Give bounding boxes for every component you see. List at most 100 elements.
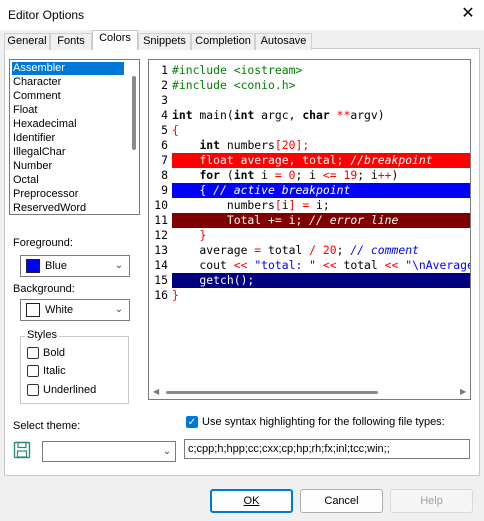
- code-token: i: [281, 198, 289, 212]
- code-token: cout: [172, 258, 234, 272]
- code-token: ;: [336, 243, 351, 257]
- list-scrollbar[interactable]: [130, 62, 138, 212]
- code-token: ++: [377, 168, 392, 182]
- window-title: Editor Options: [8, 8, 85, 22]
- code-token: <<: [322, 258, 337, 272]
- code-token: **: [336, 108, 351, 122]
- floppy-disk-icon[interactable]: [13, 441, 31, 459]
- code-token: //breakpoint: [350, 153, 433, 167]
- list-item[interactable]: Preprocessor: [12, 188, 124, 201]
- list-item[interactable]: ReservedWord: [12, 202, 124, 214]
- line-number: 1: [161, 63, 168, 77]
- line-number: 11: [154, 213, 168, 227]
- help-button-label: Help: [420, 495, 443, 507]
- foreground-color-select[interactable]: Blue ⌄: [20, 255, 130, 277]
- syntax-highlight-label: Use syntax highlighting for the followin…: [202, 416, 445, 428]
- list-item[interactable]: Octal: [12, 174, 124, 187]
- theme-select[interactable]: ⌄: [42, 441, 176, 462]
- line-number: 14: [154, 258, 168, 272]
- italic-checkbox[interactable]: [27, 365, 39, 377]
- list-item[interactable]: Comment: [12, 90, 124, 103]
- code-text: average = total / 20; // comment: [172, 243, 418, 258]
- help-button[interactable]: Help: [390, 489, 473, 513]
- syntax-highlight-checkbox[interactable]: ✓: [186, 416, 198, 428]
- code-line: 11 Total += i; // error line: [149, 213, 470, 228]
- code-token: i;: [281, 213, 310, 227]
- code-token: numbers: [172, 198, 275, 212]
- underlined-label: Underlined: [43, 384, 97, 396]
- bold-label: Bold: [43, 347, 66, 359]
- code-line: 2 #include <conio.h>: [149, 78, 470, 93]
- list-item[interactable]: Identifier: [12, 132, 124, 145]
- scroll-left-icon[interactable]: ◀: [153, 385, 159, 399]
- tab-general[interactable]: General: [4, 33, 50, 50]
- code-preview[interactable]: 1 #include <iostream> 2 #include <conio.h> 3…: [148, 59, 471, 400]
- chevron-down-icon: ⌄: [114, 260, 124, 271]
- code-text: for (int i = 0; i <= 19; i++): [172, 168, 398, 183]
- line-number: 3: [161, 93, 168, 107]
- list-item[interactable]: Character: [12, 76, 124, 89]
- list-item[interactable]: Hexadecimal: [12, 118, 124, 131]
- tab-completion[interactable]: Completion: [191, 33, 255, 50]
- code-token: ];: [295, 138, 310, 152]
- code-token: average: [172, 243, 255, 257]
- horizontal-scroll-thumb[interactable]: [166, 391, 378, 394]
- code-token: total: [336, 258, 385, 272]
- code-token: 19: [343, 168, 358, 182]
- styles-legend: Styles: [25, 329, 59, 341]
- chevron-down-icon: ⌄: [162, 446, 172, 457]
- list-item[interactable]: Float: [12, 104, 124, 117]
- code-token: argc,: [254, 108, 303, 122]
- bold-checkbox[interactable]: [27, 347, 39, 359]
- tab-colors[interactable]: Colors: [92, 30, 138, 50]
- code-token: (: [220, 168, 234, 182]
- foreground-value: Blue: [45, 260, 68, 272]
- scroll-right-icon[interactable]: ▶: [460, 385, 466, 399]
- line-number: 15: [154, 273, 168, 287]
- code-token: ; i: [295, 168, 323, 182]
- tab-autosave[interactable]: Autosave: [255, 33, 312, 50]
- close-icon[interactable]: ✕: [458, 4, 478, 24]
- code-text: #include <iostream>: [172, 63, 302, 78]
- code-line: 8 for (int i = 0; i <= 19; i++): [149, 168, 470, 183]
- ok-button-label: OK: [243, 495, 260, 507]
- code-line: 9 { // active breakpoint: [149, 183, 470, 198]
- line-number: 5: [161, 123, 168, 137]
- code-token: ; i: [357, 168, 378, 182]
- code-line: 15 getch();: [149, 273, 470, 288]
- code-text: Total += i; // error line: [172, 213, 398, 228]
- cancel-button-label: Cancel: [324, 495, 359, 507]
- code-line: 12 }: [149, 228, 470, 243]
- foreground-label: Foreground:: [13, 237, 73, 249]
- list-item[interactable]: IllegalChar: [12, 146, 124, 159]
- code-line: 6 int numbers[20];: [149, 138, 470, 153]
- code-token: // active breakpoint: [213, 183, 351, 197]
- code-line: 1 #include <iostream>: [149, 63, 470, 78]
- code-token: // error line: [309, 213, 399, 227]
- code-token: float: [199, 153, 234, 167]
- list-scroll-thumb[interactable]: [132, 76, 136, 150]
- list-item[interactable]: Number: [12, 160, 124, 173]
- syntax-element-list[interactable]: Assembler Character Comment Float Hexade…: [9, 59, 140, 215]
- background-color-select[interactable]: White ⌄: [20, 299, 130, 321]
- file-types-input[interactable]: c;cpp;h;hpp;cc;cxx;cp;hp;rh;fx;inl;tcc;w…: [184, 439, 470, 459]
- horizontal-scrollbar[interactable]: ◀ ▶: [150, 385, 470, 399]
- code-token: <<: [233, 258, 248, 272]
- cancel-button[interactable]: Cancel: [300, 489, 383, 513]
- list-item[interactable]: Assembler: [12, 62, 124, 75]
- code-token: {: [172, 123, 179, 137]
- line-number: 12: [154, 228, 168, 242]
- code-token: [: [274, 198, 282, 212]
- code-token: average, total;: [233, 153, 351, 167]
- tab-snippets[interactable]: Snippets: [138, 33, 191, 50]
- tab-fonts[interactable]: Fonts: [50, 33, 92, 50]
- code-token: =: [274, 168, 282, 182]
- ok-button[interactable]: OK: [210, 489, 293, 513]
- code-line: 14 cout << "total: " << total << "\nAver…: [149, 258, 470, 273]
- code-line: 13 average = total / 20; // comment: [149, 243, 470, 258]
- underlined-checkbox[interactable]: [27, 384, 39, 396]
- code-token: 20: [281, 138, 296, 152]
